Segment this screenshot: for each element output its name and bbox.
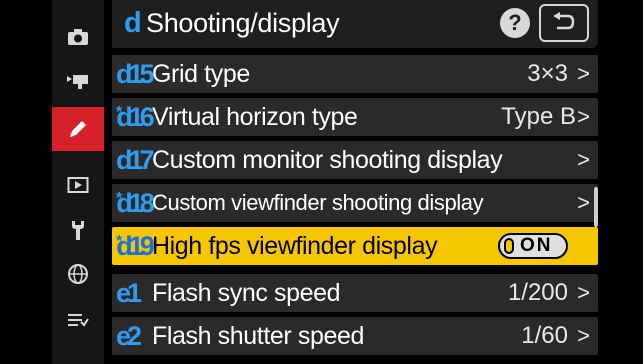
item-label: Custom viewfinder shooting display: [152, 190, 484, 215]
item-label: Custom monitor shooting display: [152, 146, 503, 174]
item-value: 1/200: [507, 279, 568, 306]
menu-item-d16[interactable]: *d16 Virtual horizon type Type B >: [112, 98, 598, 136]
item-code: *d16: [116, 102, 155, 132]
menu-group-letter: d: [124, 7, 142, 39]
menu-item-e2[interactable]: e2 Flash shutter speed 1/60 >: [112, 317, 598, 355]
menu-item-d19[interactable]: *d19 High fps viewfinder display ON: [112, 227, 598, 265]
tab-my-menu[interactable]: [52, 298, 104, 342]
item-value: 3×3: [527, 60, 568, 87]
my-menu-icon: [68, 314, 89, 327]
item-label: Grid type: [152, 60, 250, 88]
camera-icon: [68, 29, 88, 45]
item-label: High fps viewfinder display: [152, 232, 438, 260]
star-icon: *: [116, 233, 123, 250]
scrollbar[interactable]: [594, 187, 598, 227]
playback-icon: [67, 177, 89, 193]
item-value: Type B: [501, 103, 576, 130]
menu-item-d17[interactable]: d17 Custom monitor shooting display >: [112, 141, 598, 179]
network-icon: [68, 264, 88, 284]
item-code: e1: [116, 278, 142, 308]
page-title: Shooting/display: [146, 8, 340, 38]
help-icon: ?: [508, 10, 522, 35]
return-arrow-icon: [553, 12, 575, 30]
item-value: 1/60: [521, 322, 568, 349]
toggle-knob: [504, 238, 514, 254]
tab-network[interactable]: [52, 252, 104, 296]
chevron-right-icon: >: [577, 61, 590, 86]
chevron-right-icon: >: [577, 104, 590, 129]
tab-playback[interactable]: [52, 163, 104, 207]
chevron-right-icon: >: [577, 147, 590, 172]
tab-photo-shooting[interactable]: [52, 15, 104, 59]
menu-item-e1[interactable]: e1 Flash sync speed 1/200 >: [112, 274, 598, 312]
back-button[interactable]: [539, 4, 589, 42]
pencil-icon: [70, 121, 86, 137]
on-off-toggle[interactable]: ON: [498, 233, 568, 259]
chevron-right-icon: >: [577, 280, 590, 305]
tab-setup[interactable]: [52, 208, 104, 252]
help-button[interactable]: ?: [500, 8, 530, 38]
item-label: Virtual horizon type: [152, 103, 358, 131]
item-code: e2: [116, 321, 142, 351]
chevron-right-icon: >: [577, 323, 590, 348]
item-label: Flash shutter speed: [152, 322, 364, 350]
wrench-icon: [72, 221, 84, 240]
item-code: *d18: [116, 188, 155, 218]
item-code: *d19: [116, 231, 155, 261]
item-label: Flash sync speed: [152, 279, 341, 307]
menu-tab-bar: [52, 0, 104, 364]
menu-item-d15[interactable]: d15 Grid type 3×3 >: [112, 55, 598, 93]
toggle-state: ON: [520, 235, 553, 256]
chevron-right-icon: >: [577, 190, 590, 215]
item-code: d15: [116, 59, 155, 89]
tab-movie-recording[interactable]: [52, 59, 104, 103]
menu-header: d Shooting/display ?: [112, 0, 598, 48]
camera-menu-screen: d Shooting/display ? d15 Grid type 3×3 >…: [0, 0, 643, 364]
item-code: d17: [116, 145, 155, 175]
movie-camera-icon: [67, 75, 88, 89]
star-icon: *: [116, 190, 123, 207]
star-icon: *: [116, 104, 123, 121]
tab-custom-settings[interactable]: [52, 107, 104, 151]
menu-item-d18[interactable]: *d18 Custom viewfinder shooting display …: [112, 184, 598, 222]
